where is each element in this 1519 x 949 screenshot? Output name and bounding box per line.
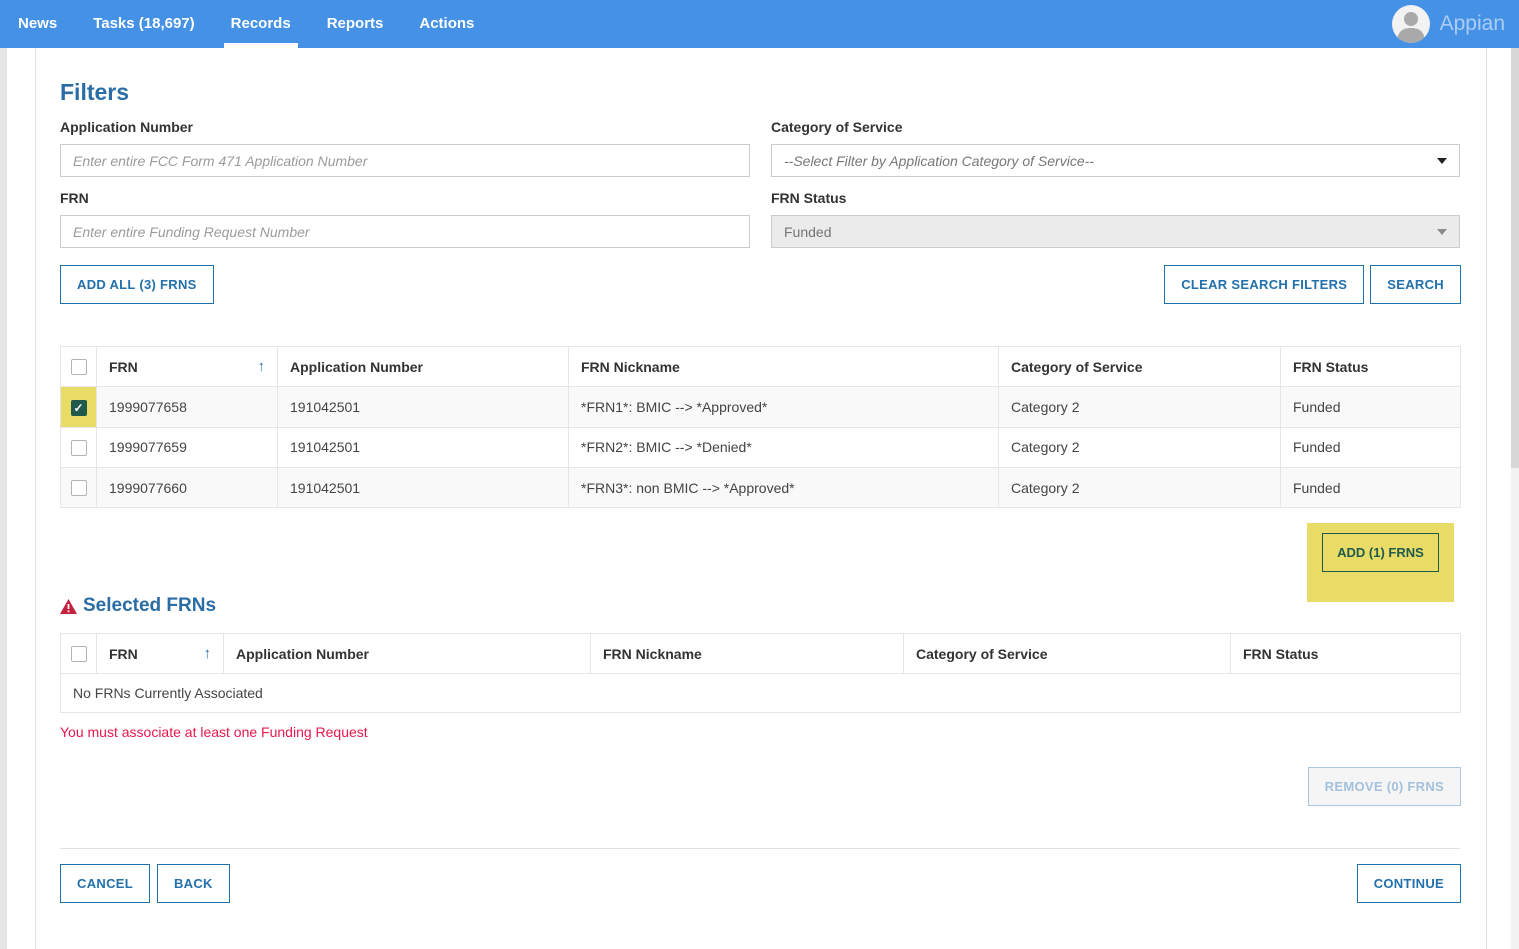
selected-header-row: FRN ↑ Application Number FRN Nickname Ca… [61, 634, 1461, 674]
cell-application-number: 191042501 [278, 387, 569, 427]
nav-item-records[interactable]: Records [213, 0, 309, 48]
remove-frns-row: REMOVE (0) FRNS [60, 767, 1461, 806]
table-row: 1999077659 191042501 *FRN2*: BMIC --> *D… [61, 427, 1461, 467]
nav-spacer [492, 0, 1391, 48]
filters-heading: Filters [60, 79, 1461, 106]
clear-search-filters-button[interactable]: CLEAR SEARCH FILTERS [1164, 265, 1364, 304]
empty-state-row: No FRNs Currently Associated [61, 674, 1461, 713]
table-row: 1999077658 191042501 *FRN1*: BMIC --> *A… [61, 387, 1461, 427]
cell-frn-status: Funded [1281, 467, 1461, 507]
cell-frn: 1999077660 [97, 467, 278, 507]
column-header-frn-nickname[interactable]: FRN Nickname [569, 347, 999, 387]
cell-frn: 1999077659 [97, 427, 278, 467]
frn-results-table: FRN ↑ Application Number FRN Nickname Ca… [60, 346, 1461, 508]
cell-frn-nickname: *FRN2*: BMIC --> *Denied* [569, 427, 999, 467]
row-checkbox[interactable] [71, 440, 87, 456]
category-of-service-field-group: Category of Service --Select Filter by A… [771, 119, 1460, 177]
top-navigation: News Tasks (18,697) Records Reports Acti… [0, 0, 1519, 48]
row-checkbox[interactable] [71, 480, 87, 496]
application-number-input[interactable] [60, 144, 750, 177]
select-all-checkbox-cell [61, 347, 97, 387]
filter-grid: Application Number Category of Service -… [60, 119, 1461, 248]
chevron-down-icon [1437, 229, 1447, 235]
results-header-row: FRN ↑ Application Number FRN Nickname Ca… [61, 347, 1461, 387]
application-number-label: Application Number [60, 119, 750, 135]
table-row: 1999077660 191042501 *FRN3*: non BMIC --… [61, 467, 1461, 507]
footer-divider [60, 848, 1460, 849]
category-of-service-selected-value: --Select Filter by Application Category … [784, 153, 1437, 169]
nav-item-actions[interactable]: Actions [401, 0, 492, 48]
sort-ascending-icon[interactable]: ↑ [258, 358, 266, 375]
application-number-field-group: Application Number [60, 119, 750, 177]
frn-status-field-group: FRN Status Funded [771, 190, 1460, 248]
column-header-frn-status[interactable]: FRN Status [1281, 347, 1461, 387]
person-icon [1392, 5, 1430, 43]
spacer [230, 864, 1357, 903]
row-checkbox-cell [61, 427, 97, 467]
nav-item-tasks[interactable]: Tasks (18,697) [75, 0, 212, 48]
cell-category-of-service: Category 2 [999, 467, 1281, 507]
user-avatar[interactable] [1392, 5, 1430, 43]
selected-frns-title-text: Selected FRNs [83, 595, 216, 617]
add-frns-highlight: ADD (1) FRNS [1307, 523, 1454, 602]
content-panel: Filters Application Number Category of S… [35, 48, 1487, 949]
remove-frns-button: REMOVE (0) FRNS [1308, 767, 1461, 806]
cell-category-of-service: Category 2 [999, 387, 1281, 427]
empty-state-message: No FRNs Currently Associated [61, 674, 1461, 713]
nav-item-news[interactable]: News [0, 0, 75, 48]
cancel-button[interactable]: CANCEL [60, 864, 150, 903]
frn-status-select: Funded [771, 215, 1460, 248]
sort-ascending-icon[interactable]: ↑ [204, 645, 212, 662]
column-header-category-of-service[interactable]: Category of Service [904, 634, 1231, 674]
warning-icon [60, 599, 77, 614]
column-header-frn-nickname[interactable]: FRN Nickname [591, 634, 904, 674]
chevron-down-icon [1437, 158, 1447, 164]
column-header-frn-status[interactable]: FRN Status [1231, 634, 1461, 674]
cell-frn: 1999077658 [97, 387, 278, 427]
column-header-category-of-service[interactable]: Category of Service [999, 347, 1281, 387]
category-of-service-label: Category of Service [771, 119, 1460, 135]
add-frns-band: ADD (1) FRNS Selected FRNs [60, 523, 1461, 633]
frn-input[interactable] [60, 215, 750, 248]
row-checkbox[interactable] [71, 400, 87, 416]
row-checkbox-cell [61, 467, 97, 507]
filter-actions-row: ADD ALL (3) FRNS CLEAR SEARCH FILTERS SE… [60, 265, 1461, 304]
cell-application-number: 191042501 [278, 467, 569, 507]
search-button[interactable]: SEARCH [1370, 265, 1461, 304]
row-checkbox-cell-highlighted [61, 387, 97, 427]
frn-label: FRN [60, 190, 750, 206]
scrollbar-thumb[interactable] [1511, 48, 1519, 468]
selected-frns-heading: Selected FRNs [60, 595, 216, 617]
cell-frn-status: Funded [1281, 427, 1461, 467]
appian-logo: Appian [1440, 0, 1519, 48]
column-header-application-number[interactable]: Application Number [224, 634, 591, 674]
left-gutter [0, 48, 7, 949]
add-all-frns-button[interactable]: ADD ALL (3) FRNS [60, 265, 214, 304]
continue-button[interactable]: CONTINUE [1357, 864, 1461, 903]
category-of-service-select[interactable]: --Select Filter by Application Category … [771, 144, 1460, 177]
column-header-frn-label: FRN [109, 646, 138, 662]
column-header-frn[interactable]: FRN ↑ [97, 634, 224, 674]
validation-error-message: You must associate at least one Funding … [60, 724, 1461, 740]
scrollbar[interactable] [1511, 48, 1519, 949]
select-all-checkbox-cell [61, 634, 97, 674]
selected-frns-table: FRN ↑ Application Number FRN Nickname Ca… [60, 633, 1461, 713]
back-button[interactable]: BACK [157, 864, 230, 903]
cell-frn-status: Funded [1281, 387, 1461, 427]
add-frns-button[interactable]: ADD (1) FRNS [1322, 533, 1439, 572]
cell-application-number: 191042501 [278, 427, 569, 467]
nav-item-reports[interactable]: Reports [309, 0, 402, 48]
cell-frn-nickname: *FRN1*: BMIC --> *Approved* [569, 387, 999, 427]
frn-field-group: FRN [60, 190, 750, 248]
cell-frn-nickname: *FRN3*: non BMIC --> *Approved* [569, 467, 999, 507]
footer-actions-row: CANCEL BACK CONTINUE [60, 864, 1461, 903]
cell-category-of-service: Category 2 [999, 427, 1281, 467]
select-all-checkbox[interactable] [71, 359, 87, 375]
column-header-application-number[interactable]: Application Number [278, 347, 569, 387]
frn-status-selected-value: Funded [784, 224, 1437, 240]
column-header-frn-label: FRN [109, 359, 138, 375]
select-all-checkbox[interactable] [71, 646, 87, 662]
frn-status-label: FRN Status [771, 190, 1460, 206]
column-header-frn[interactable]: FRN ↑ [97, 347, 278, 387]
